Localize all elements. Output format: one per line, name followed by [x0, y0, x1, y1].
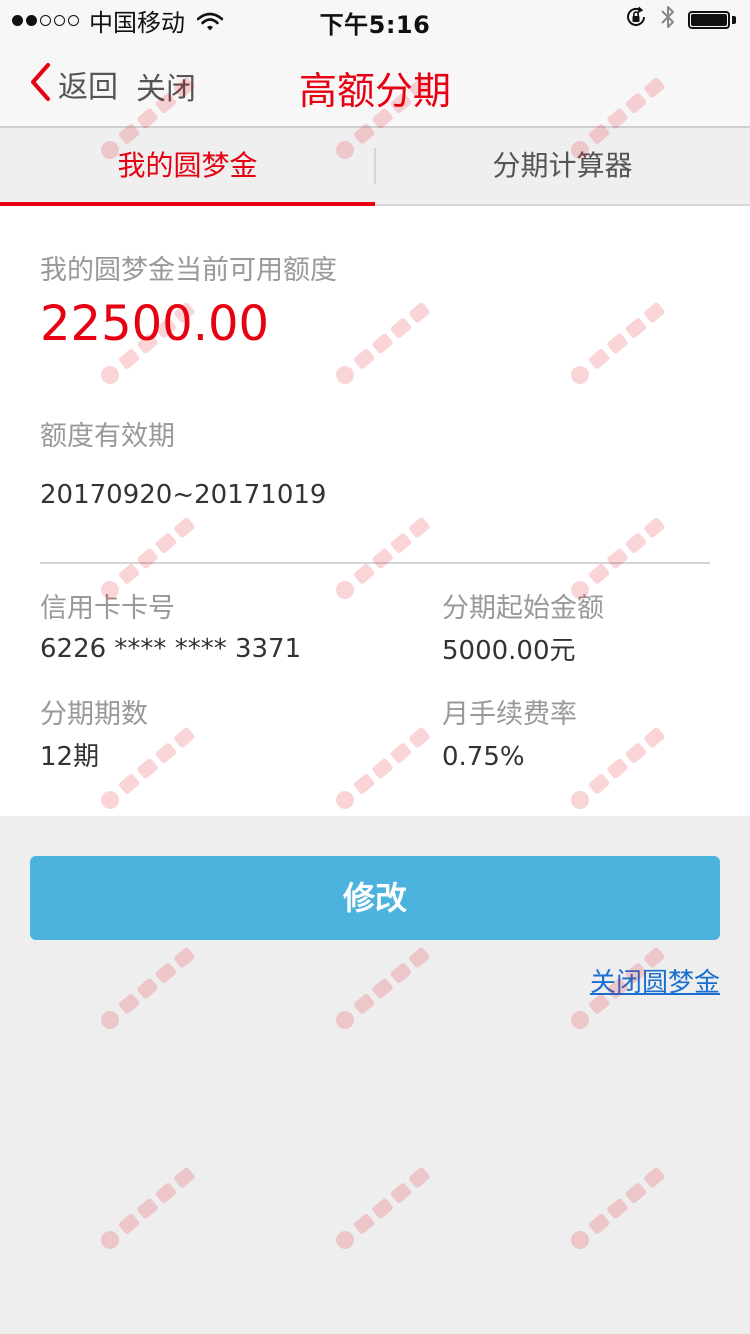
battery-icon — [688, 9, 736, 31]
status-bar: 中国移动 下午5:16 — [0, 0, 750, 40]
min-amount-label: 分期起始金额 — [442, 593, 604, 624]
card-number-value: 6226 **** **** 3371 — [40, 634, 302, 664]
card-divider — [40, 562, 710, 564]
installment-terms-value: 12期 — [40, 742, 100, 772]
tab-label: 我的圆梦金 — [117, 149, 258, 182]
card-number-label: 信用卡卡号 — [40, 593, 175, 624]
monthly-fee-rate-label: 月手续费率 — [442, 699, 577, 730]
installment-terms-label: 分期期数 — [40, 699, 148, 730]
dream-fund-card: 我的圆梦金当前可用额度 22500.00 额度有效期 20170920~2017… — [0, 206, 750, 816]
validity-period-value: 20170920~20171019 — [40, 480, 327, 510]
nav-bar: 返回 关闭 高额分期 — [0, 40, 750, 128]
status-right — [624, 6, 736, 34]
available-limit-amount: 22500.00 — [40, 296, 270, 352]
close-dream-fund-link[interactable]: 关闭圆梦金 — [590, 962, 720, 999]
page-title: 高额分期 — [298, 69, 451, 113]
tab-label: 分期计算器 — [492, 149, 633, 182]
min-amount-value: 5000.00元 — [442, 636, 576, 666]
available-limit-label: 我的圆梦金当前可用额度 — [40, 255, 337, 286]
tab-bar: 我的圆梦金 分期计算器 — [0, 128, 750, 206]
tab-installment-calculator[interactable]: 分期计算器 — [375, 128, 750, 204]
monthly-fee-rate-value: 0.75% — [442, 742, 525, 772]
bluetooth-icon — [660, 4, 676, 36]
modify-button[interactable]: 修改 — [30, 856, 720, 940]
validity-period-label: 额度有效期 — [40, 421, 175, 452]
orientation-lock-icon — [624, 5, 648, 35]
tab-my-dream-fund[interactable]: 我的圆梦金 — [0, 128, 375, 206]
